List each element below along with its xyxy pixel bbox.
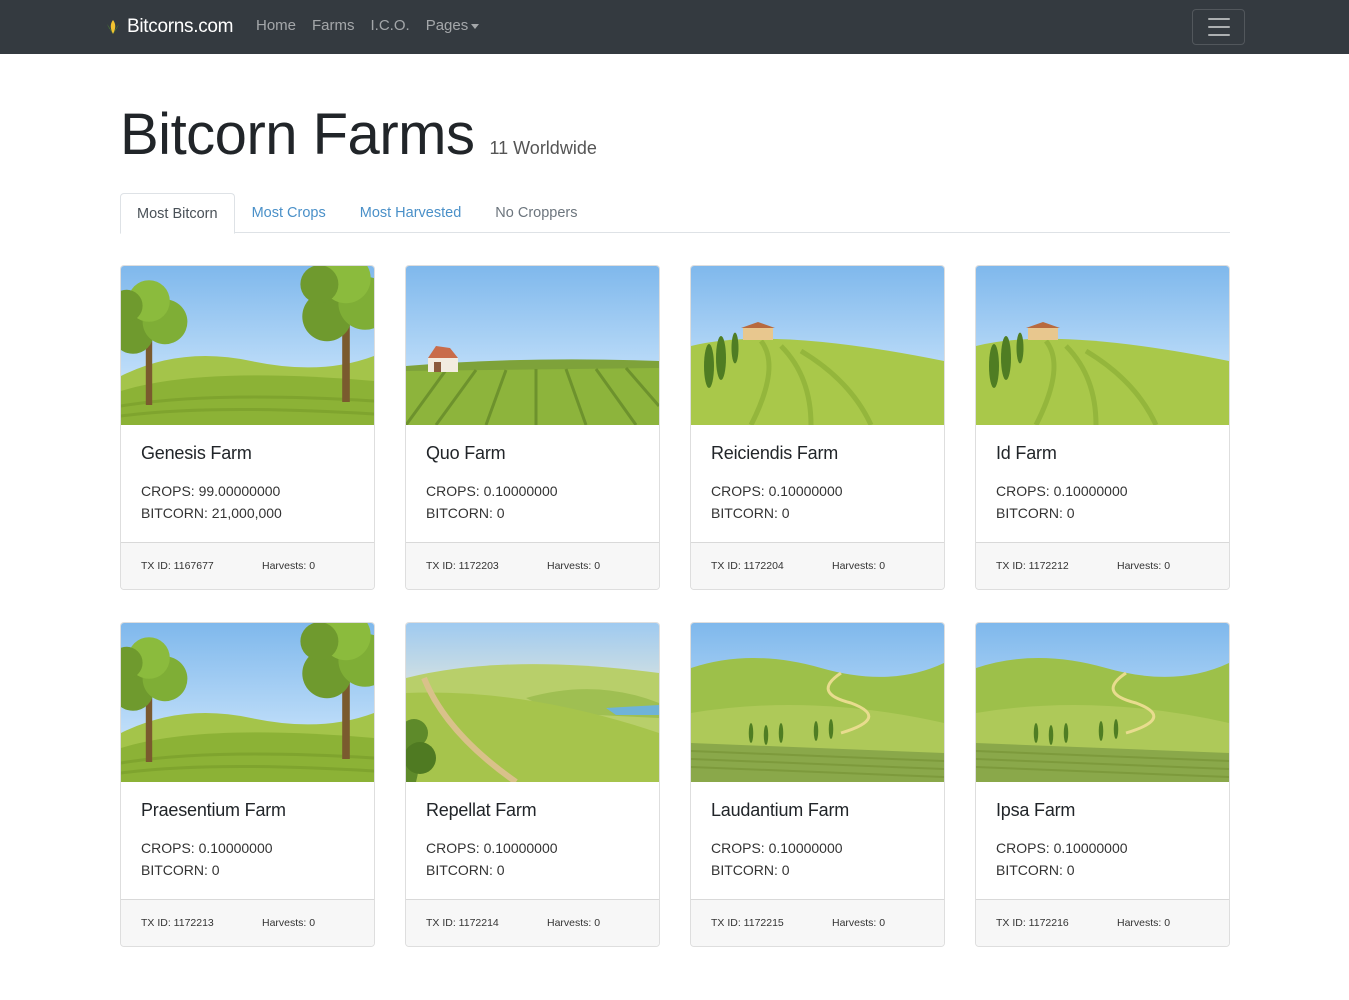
bitcorn-value: BITCORN: 0 (711, 505, 790, 521)
farm-image (976, 623, 1229, 782)
farm-card[interactable]: Praesentium Farm CROPS: 0.10000000 BITCO… (120, 622, 375, 947)
card-body: Laudantium Farm CROPS: 0.10000000 BITCOR… (691, 782, 944, 899)
card-footer: TX ID: 1172203 Harvests: 0 (406, 542, 659, 589)
tx-id: TX ID: 1172215 (711, 917, 784, 929)
tx-id: TX ID: 1167677 (141, 560, 214, 572)
farm-image (976, 266, 1229, 425)
farm-name[interactable]: Genesis Farm (141, 443, 354, 464)
farm-card[interactable]: Ipsa Farm CROPS: 0.10000000 BITCORN: 0 T… (975, 622, 1230, 947)
nav-pages-dropdown[interactable]: Pages (426, 17, 480, 34)
nav-farms-link[interactable]: Farms (312, 17, 355, 34)
card-body: Praesentium Farm CROPS: 0.10000000 BITCO… (121, 782, 374, 899)
farm-name[interactable]: Praesentium Farm (141, 800, 354, 821)
crops-value: CROPS: 0.10000000 (426, 840, 558, 856)
bitcorn-value: BITCORN: 0 (426, 505, 505, 521)
tx-id: TX ID: 1172216 (996, 917, 1069, 929)
hamburger-icon (1207, 18, 1230, 20)
farm-name[interactable]: Laudantium Farm (711, 800, 924, 821)
bitcorn-value: BITCORN: 0 (996, 862, 1075, 878)
farm-grid: Genesis Farm CROPS: 99.00000000 BITCORN:… (120, 265, 1230, 947)
nav-links: Home Farms I.C.O. Pages (256, 17, 495, 34)
farm-image (121, 266, 374, 425)
brand-name: Bitcorns.com (127, 16, 234, 37)
farm-image (121, 623, 374, 782)
tab-no-croppers[interactable]: No Croppers (478, 193, 594, 233)
harvests-count: Harvests: 0 (547, 917, 601, 929)
farm-card[interactable]: Reiciendis Farm CROPS: 0.10000000 BITCOR… (690, 265, 945, 590)
bitcorn-value: BITCORN: 0 (141, 862, 220, 878)
crops-value: CROPS: 0.10000000 (141, 840, 273, 856)
tab-most-bitcorn[interactable]: Most Bitcorn (120, 193, 235, 234)
card-footer: TX ID: 1172204 Harvests: 0 (691, 542, 944, 589)
harvests-count: Harvests: 0 (262, 560, 316, 572)
card-footer: TX ID: 1172212 Harvests: 0 (976, 542, 1229, 589)
page-subtitle: 11 Worldwide (489, 138, 597, 158)
page-header: Bitcorn Farms 11 Worldwide (120, 100, 597, 170)
harvests-count: Harvests: 0 (832, 560, 886, 572)
card-footer: TX ID: 1172214 Harvests: 0 (406, 899, 659, 946)
farm-card[interactable]: Repellat Farm CROPS: 0.10000000 BITCORN:… (405, 622, 660, 947)
tx-id: TX ID: 1172214 (426, 917, 499, 929)
sort-tabs: Most Bitcorn Most Crops Most Harvested N… (120, 193, 1230, 234)
farm-name[interactable]: Id Farm (996, 443, 1209, 464)
crops-value: CROPS: 0.10000000 (426, 483, 558, 499)
nav-home-link[interactable]: Home (256, 17, 296, 34)
card-footer: TX ID: 1167677 Harvests: 0 (121, 542, 374, 589)
card-body: Genesis Farm CROPS: 99.00000000 BITCORN:… (121, 425, 374, 542)
hamburger-icon (1207, 26, 1230, 28)
page-title: Bitcorn Farms (120, 102, 475, 167)
crops-value: CROPS: 0.10000000 (711, 840, 843, 856)
farm-name[interactable]: Reiciendis Farm (711, 443, 924, 464)
caret-down-icon (471, 23, 480, 29)
hamburger-icon (1207, 34, 1230, 36)
card-footer: TX ID: 1172213 Harvests: 0 (121, 899, 374, 946)
bitcorn-value: BITCORN: 21,000,000 (141, 505, 282, 521)
tab-most-harvested[interactable]: Most Harvested (343, 193, 479, 233)
corn-icon (107, 20, 119, 34)
harvests-count: Harvests: 0 (262, 917, 316, 929)
farm-image (406, 266, 659, 425)
crops-value: CROPS: 0.10000000 (996, 483, 1128, 499)
card-body: Id Farm CROPS: 0.10000000 BITCORN: 0 (976, 425, 1229, 542)
harvests-count: Harvests: 0 (832, 917, 886, 929)
crops-value: CROPS: 0.10000000 (711, 483, 843, 499)
tab-most-crops[interactable]: Most Crops (235, 193, 343, 233)
farm-image (406, 623, 659, 782)
farm-image (691, 266, 944, 425)
nav-pages-label: Pages (425, 17, 469, 34)
card-body: Reiciendis Farm CROPS: 0.10000000 BITCOR… (691, 425, 944, 542)
harvests-count: Harvests: 0 (1117, 560, 1171, 572)
harvests-count: Harvests: 0 (1117, 917, 1171, 929)
farm-name[interactable]: Ipsa Farm (996, 800, 1209, 821)
card-footer: TX ID: 1172215 Harvests: 0 (691, 899, 944, 946)
tx-id: TX ID: 1172212 (996, 560, 1069, 572)
navbar-toggler-button[interactable] (1192, 9, 1245, 45)
farm-card[interactable]: Id Farm CROPS: 0.10000000 BITCORN: 0 TX … (975, 265, 1230, 590)
top-navbar: Bitcorns.com Home Farms I.C.O. Pages (0, 0, 1349, 54)
bitcorn-value: BITCORN: 0 (426, 862, 505, 878)
bitcorn-value: BITCORN: 0 (711, 862, 790, 878)
farm-card[interactable]: Laudantium Farm CROPS: 0.10000000 BITCOR… (690, 622, 945, 947)
harvests-count: Harvests: 0 (547, 560, 601, 572)
crops-value: CROPS: 99.00000000 (141, 483, 281, 499)
brand-logo-link[interactable]: Bitcorns.com (105, 14, 234, 40)
tx-id: TX ID: 1172203 (426, 560, 499, 572)
card-body: Repellat Farm CROPS: 0.10000000 BITCORN:… (406, 782, 659, 899)
bitcorn-value: BITCORN: 0 (996, 505, 1075, 521)
card-footer: TX ID: 1172216 Harvests: 0 (976, 899, 1229, 946)
tx-id: TX ID: 1172213 (141, 917, 214, 929)
tx-id: TX ID: 1172204 (711, 560, 784, 572)
farm-image (691, 623, 944, 782)
crops-value: CROPS: 0.10000000 (996, 840, 1128, 856)
nav-ico-link[interactable]: I.C.O. (371, 17, 410, 34)
farm-name[interactable]: Repellat Farm (426, 800, 639, 821)
farm-card[interactable]: Quo Farm CROPS: 0.10000000 BITCORN: 0 TX… (405, 265, 660, 590)
card-body: Quo Farm CROPS: 0.10000000 BITCORN: 0 (406, 425, 659, 542)
farm-card[interactable]: Genesis Farm CROPS: 99.00000000 BITCORN:… (120, 265, 375, 590)
card-body: Ipsa Farm CROPS: 0.10000000 BITCORN: 0 (976, 782, 1229, 899)
farm-name[interactable]: Quo Farm (426, 443, 639, 464)
